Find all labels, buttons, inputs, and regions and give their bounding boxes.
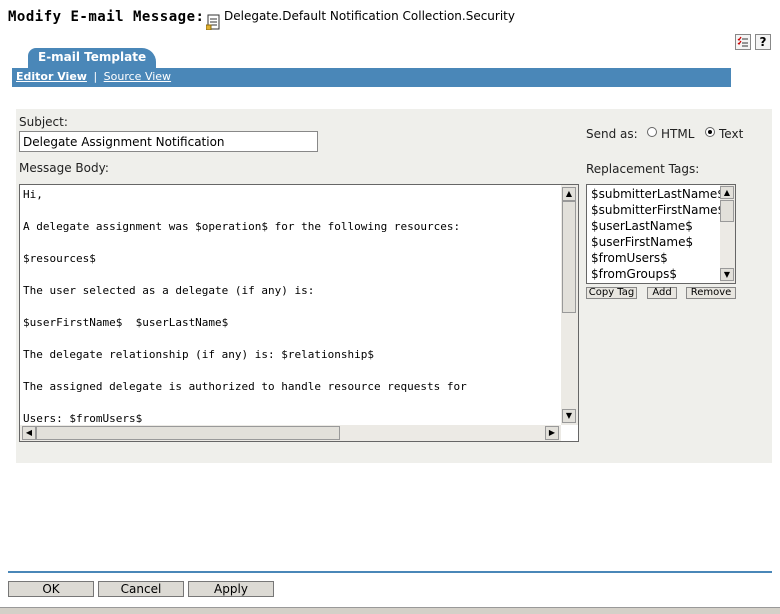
replacement-tags-label: Replacement Tags: <box>586 162 700 176</box>
apply-button[interactable]: Apply <box>188 581 274 597</box>
help-icon[interactable]: ? <box>755 34 771 50</box>
add-button[interactable]: Add <box>647 287 677 299</box>
tags-viewport: $submitterLastName$ $submitterFirstName$… <box>587 185 720 283</box>
editor-view-link[interactable]: Editor View <box>16 70 87 83</box>
subject-input[interactable]: Delegate Assignment Notification <box>19 131 318 152</box>
message-body-line <box>23 395 559 411</box>
tag-item[interactable]: $fromUsers$ <box>591 251 668 265</box>
message-body-line: The delegate relationship (if any) is: $… <box>23 348 374 361</box>
message-body-label: Message Body: <box>19 161 109 175</box>
view-bar: Editor View | Source View <box>12 68 731 87</box>
message-body-line <box>23 267 559 283</box>
tags-scroll-up-arrow[interactable]: ▲ <box>720 186 734 199</box>
subject-label: Subject: <box>19 115 68 129</box>
message-body-line <box>23 363 559 379</box>
horizontal-scroll-thumb[interactable] <box>36 426 340 440</box>
tags-scroll-down-arrow[interactable]: ▼ <box>720 268 734 281</box>
vertical-scrollbar[interactable]: ▲ ▼ <box>561 185 578 425</box>
html-radio[interactable] <box>647 127 657 137</box>
copy-tag-button[interactable]: Copy Tag <box>586 287 637 299</box>
vertical-scroll-thumb[interactable] <box>562 201 576 313</box>
scroll-up-arrow[interactable]: ▲ <box>562 187 576 201</box>
message-body-line <box>23 331 559 347</box>
tab-email-template[interactable]: E-mail Template <box>28 48 157 68</box>
horizontal-scrollbar[interactable]: ◀ ▶ <box>20 425 561 441</box>
subject-value: Delegate Assignment Notification <box>23 135 225 149</box>
tags-scrollbar[interactable]: ▲ ▼ <box>720 185 735 283</box>
cancel-button[interactable]: Cancel <box>98 581 184 597</box>
ok-button[interactable]: OK <box>8 581 94 597</box>
html-radio-label: HTML <box>661 127 695 141</box>
tag-item[interactable]: $submitterFirstName$ <box>591 203 720 217</box>
tag-item[interactable]: $submitterLastName$ <box>591 187 720 201</box>
footer-divider <box>8 571 772 573</box>
tag-item[interactable]: $userFirstName$ <box>591 235 693 249</box>
checklist-icon[interactable] <box>735 34 751 50</box>
tag-item[interactable]: $fromGroups$ <box>591 267 677 281</box>
message-body-text: Hi, A delegate assignment was $operation… <box>23 187 559 423</box>
tag-item[interactable]: $userLastName$ <box>591 219 693 233</box>
message-body-line: A delegate assignment was $operation$ fo… <box>23 220 461 233</box>
message-body-line: $userFirstName$ $userLastName$ <box>23 316 229 329</box>
radio-selected-dot <box>708 130 712 134</box>
scroll-right-arrow[interactable]: ▶ <box>545 426 559 440</box>
send-as-label: Send as: <box>586 127 638 141</box>
message-body-line <box>23 299 559 315</box>
message-body-textarea[interactable]: Hi, A delegate assignment was $operation… <box>19 184 579 442</box>
view-separator: | <box>93 70 98 83</box>
message-body-line: The assigned delegate is authorized to h… <box>23 380 467 393</box>
text-radio-label: Text <box>719 127 744 141</box>
replacement-tags-list[interactable]: $submitterLastName$ $submitterFirstName$… <box>586 184 736 284</box>
text-radio[interactable] <box>705 127 715 137</box>
object-name: Delegate.Default Notification Collection… <box>224 9 515 23</box>
message-body-line <box>23 235 559 251</box>
message-body-line: The user selected as a delegate (if any)… <box>23 284 315 297</box>
tags-scroll-thumb[interactable] <box>720 200 734 222</box>
message-body-line: $resources$ <box>23 252 96 265</box>
scroll-left-arrow[interactable]: ◀ <box>22 426 36 440</box>
remove-button[interactable]: Remove <box>686 287 736 299</box>
document-icon <box>205 14 220 31</box>
message-body-line: Users: $fromUsers$ <box>23 412 143 423</box>
message-body-line: Hi, <box>23 188 43 201</box>
message-body-line <box>23 203 559 219</box>
scroll-down-arrow[interactable]: ▼ <box>562 409 576 423</box>
page-title: Modify E-mail Message: <box>8 9 205 25</box>
source-view-link[interactable]: Source View <box>104 70 171 83</box>
